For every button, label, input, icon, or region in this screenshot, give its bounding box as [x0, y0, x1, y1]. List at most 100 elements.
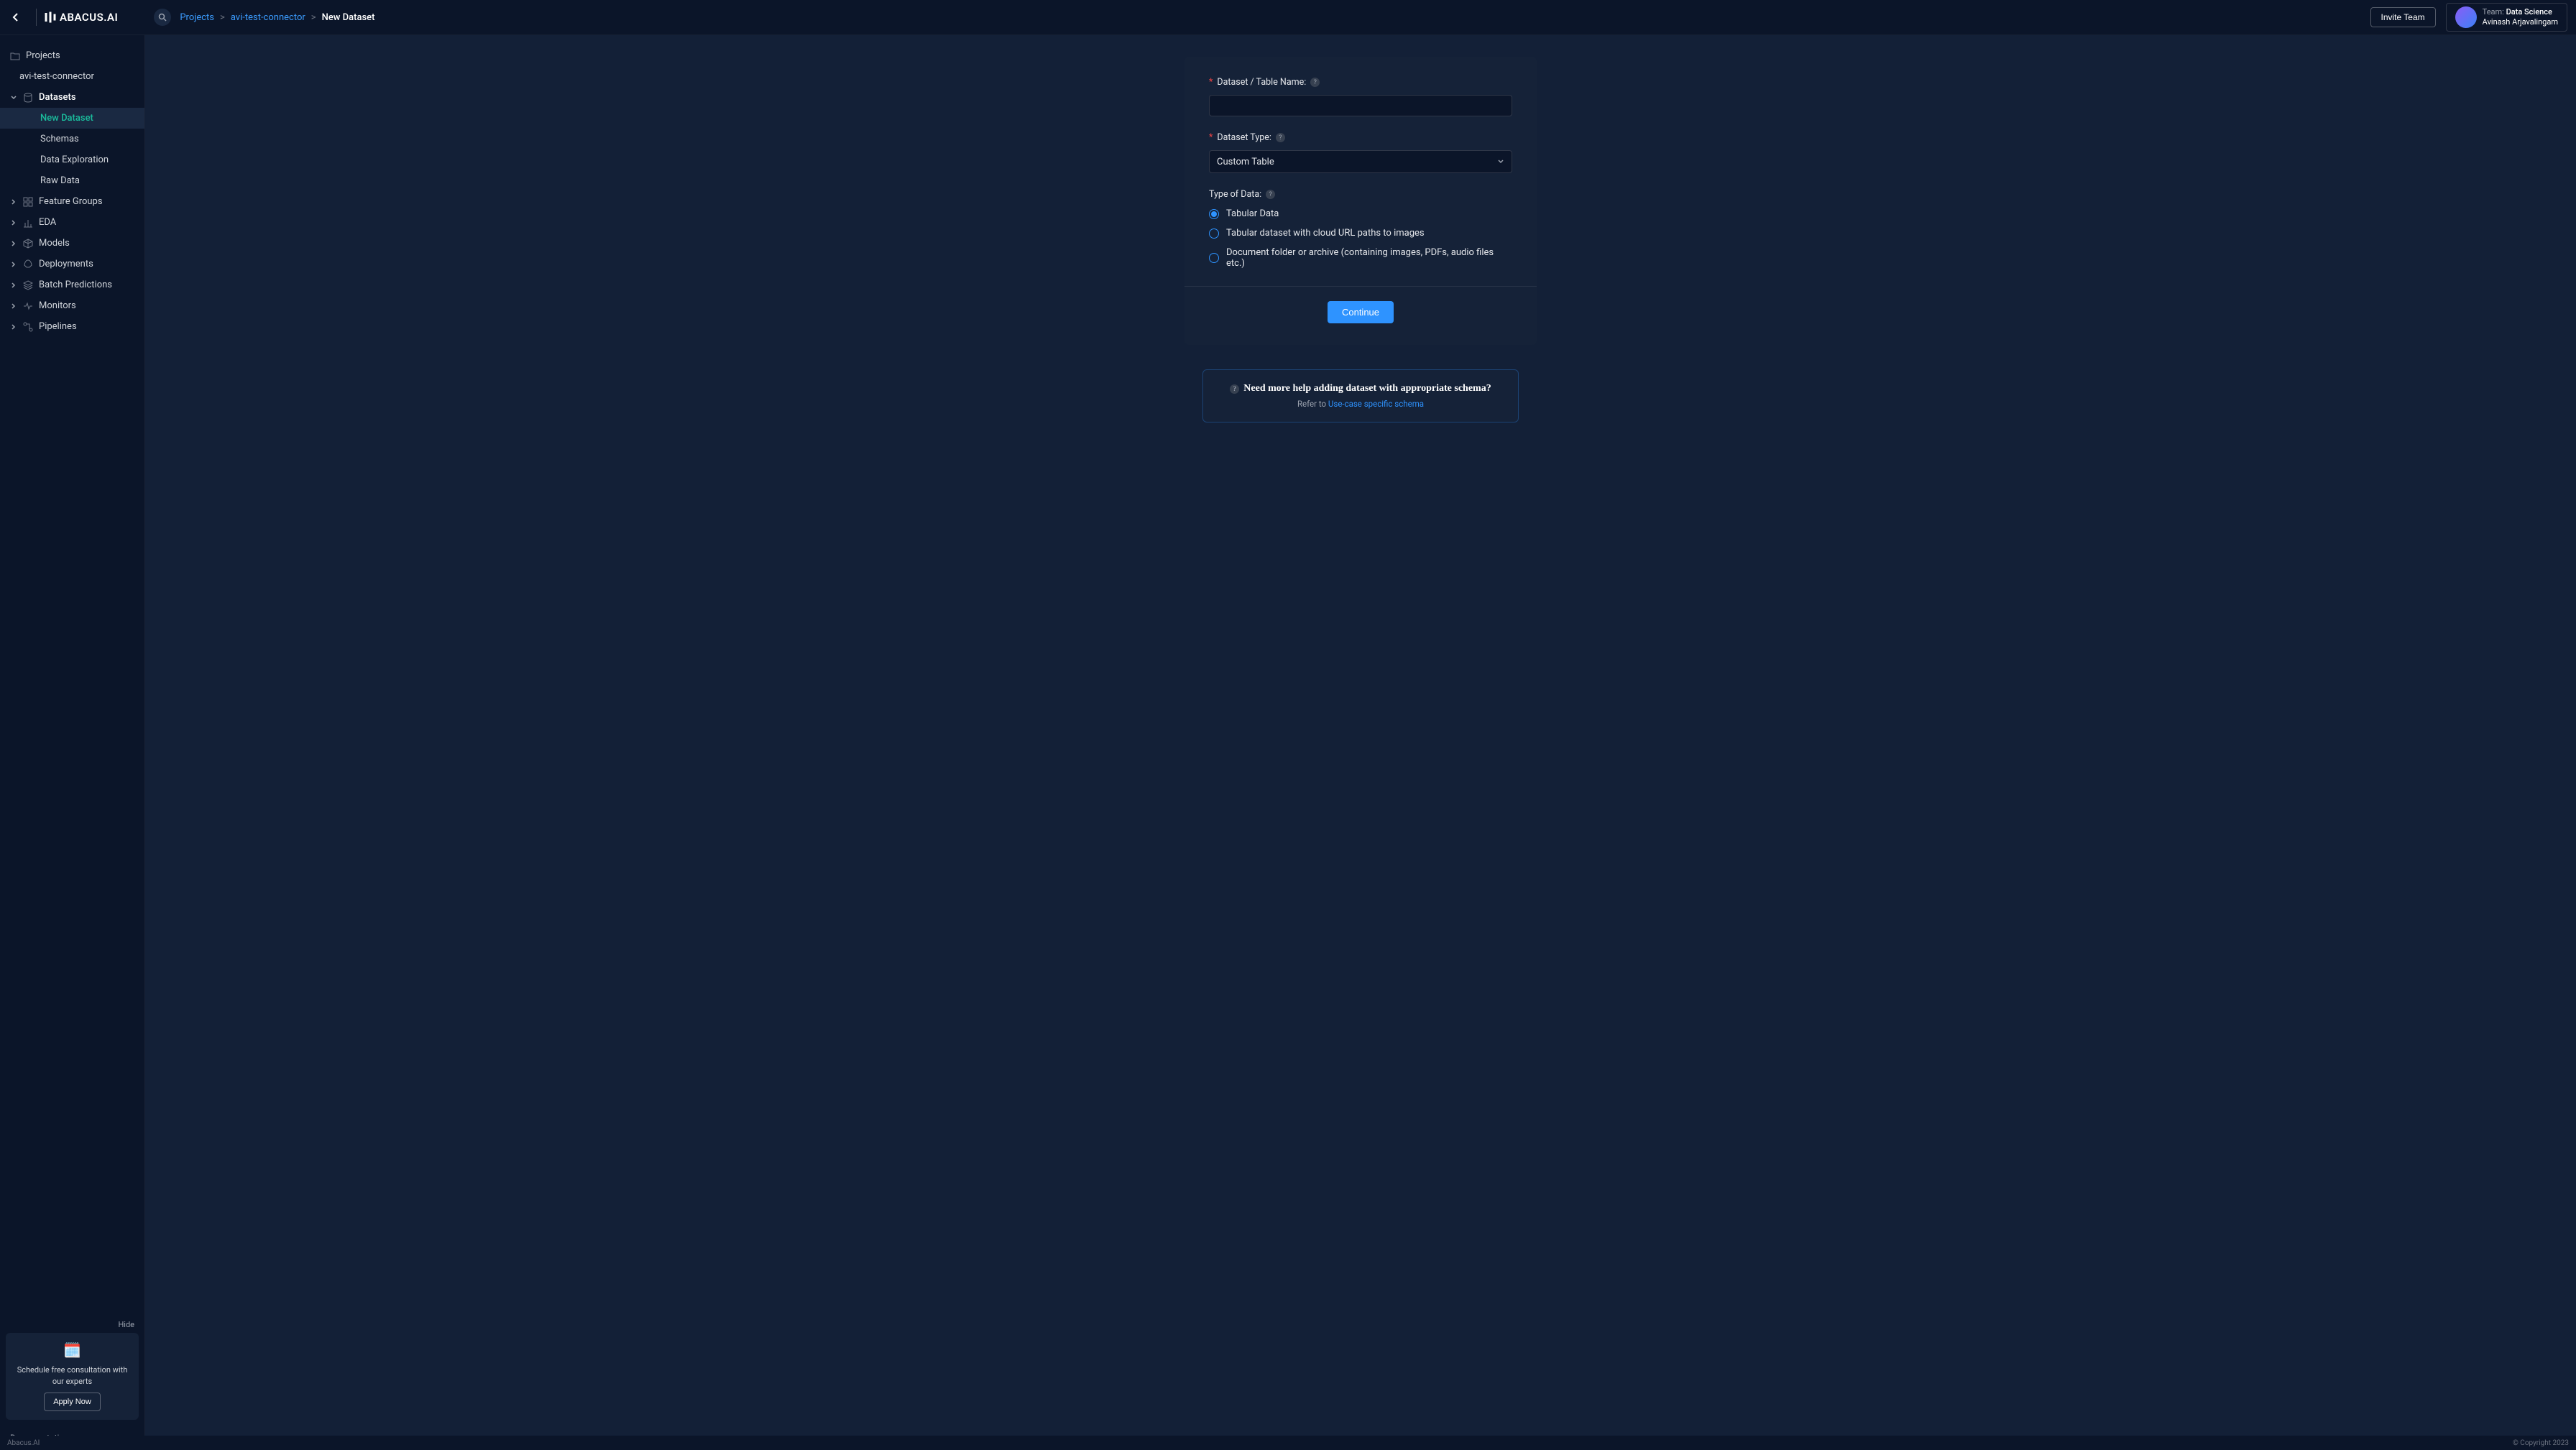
breadcrumb-sep: >	[311, 12, 316, 23]
sidebar-feature-groups-label: Feature Groups	[39, 196, 103, 207]
monitor-icon	[23, 301, 33, 311]
sidebar-project-name-label: avi-test-connector	[19, 71, 94, 82]
user-name: Avinash Arjavalingam	[2483, 17, 2558, 27]
calendar-icon: 🗓️	[14, 1342, 130, 1359]
team-label: Team:	[2483, 7, 2504, 17]
sidebar-item-eda[interactable]: EDA	[0, 212, 144, 233]
help-title: ? Need more help adding dataset with app…	[1218, 383, 1504, 394]
help-icon[interactable]: ?	[1266, 190, 1275, 199]
chart-icon	[23, 218, 33, 228]
breadcrumb-sep: >	[220, 12, 225, 23]
sidebar-item-models[interactable]: Models	[0, 233, 144, 254]
sidebar-pipelines-label: Pipelines	[39, 321, 77, 332]
layers-icon	[23, 280, 33, 290]
sidebar-item-batch-predictions[interactable]: Batch Predictions	[0, 274, 144, 295]
help-icon[interactable]: ?	[1310, 78, 1320, 87]
help-card: ? Need more help adding dataset with app…	[1202, 369, 1519, 422]
brand-name: ABACUS.AI	[60, 11, 118, 24]
radio-cloud-label: Tabular dataset with cloud URL paths to …	[1226, 228, 1425, 239]
chevron-down-icon	[10, 94, 17, 101]
chevron-right-icon	[10, 240, 17, 247]
sidebar-item-feature-groups[interactable]: Feature Groups	[0, 191, 144, 212]
sidebar-raw-data-label: Raw Data	[40, 175, 80, 186]
dataset-type-label: * Dataset Type: ?	[1209, 132, 1512, 143]
radio-tabular-cloud[interactable]: Tabular dataset with cloud URL paths to …	[1209, 228, 1512, 239]
divider	[36, 9, 37, 26]
footer-copyright: © Copyright 2023	[2513, 1439, 2569, 1447]
continue-button[interactable]: Continue	[1328, 301, 1394, 323]
help-subtitle: Refer to Use-case specific schema	[1218, 399, 1504, 409]
sidebar: Projects avi-test-connector Datasets New…	[0, 35, 145, 1450]
team-selector[interactable]: Team: Data Science Avinash Arjavalingam	[2446, 3, 2567, 32]
chevron-right-icon	[10, 282, 17, 289]
dataset-name-input[interactable]	[1209, 95, 1512, 116]
apply-now-button[interactable]: Apply Now	[44, 1393, 101, 1411]
chevron-right-icon	[10, 219, 17, 226]
radio-document-label: Document folder or archive (containing i…	[1226, 247, 1512, 269]
sidebar-item-pipelines[interactable]: Pipelines	[0, 316, 144, 337]
team-name: Data Science	[2506, 7, 2552, 17]
chevron-right-icon	[10, 323, 17, 331]
sidebar-projects-label: Projects	[26, 50, 60, 61]
dataset-type-select[interactable]: Custom Table	[1209, 150, 1512, 173]
footer-brand: Abacus.AI	[7, 1439, 40, 1447]
grid-icon	[23, 197, 33, 207]
sidebar-models-label: Models	[39, 238, 70, 249]
chevron-right-icon	[10, 303, 17, 310]
dataset-type-value: Custom Table	[1217, 157, 1274, 167]
sidebar-item-data-exploration[interactable]: Data Exploration	[0, 149, 144, 170]
radio-icon	[1209, 228, 1219, 239]
help-icon: ?	[1230, 384, 1239, 394]
sidebar-batch-predictions-label: Batch Predictions	[39, 280, 112, 290]
breadcrumb: Projects > avi-test-connector > New Data…	[180, 12, 374, 23]
search-icon	[158, 13, 167, 22]
sidebar-datasets-label: Datasets	[39, 92, 76, 103]
folder-icon	[10, 51, 20, 61]
sidebar-item-monitors[interactable]: Monitors	[0, 295, 144, 316]
sidebar-item-schemas[interactable]: Schemas	[0, 129, 144, 149]
radio-tabular-data[interactable]: Tabular Data	[1209, 208, 1512, 219]
search-button[interactable]	[154, 9, 171, 26]
sidebar-item-deployments[interactable]: Deployments	[0, 254, 144, 274]
radio-document-folder[interactable]: Document folder or archive (containing i…	[1209, 247, 1512, 269]
sidebar-monitors-label: Monitors	[39, 300, 76, 311]
new-dataset-form: * Dataset / Table Name: ? * Dataset Type…	[1184, 57, 1537, 345]
sidebar-new-dataset-label: New Dataset	[40, 113, 93, 124]
promo-hide-button[interactable]: Hide	[118, 1320, 134, 1329]
sidebar-item-new-dataset[interactable]: New Dataset	[0, 108, 144, 129]
promo-text: Schedule free consultation with our expe…	[14, 1364, 130, 1387]
dataset-name-label: * Dataset / Table Name: ?	[1209, 77, 1512, 88]
footer: Abacus.AI © Copyright 2023	[0, 1436, 2576, 1450]
sidebar-schemas-label: Schemas	[40, 134, 79, 144]
promo-card: Hide 🗓️ Schedule free consultation with …	[6, 1333, 139, 1420]
help-icon[interactable]: ?	[1276, 133, 1285, 142]
sidebar-deployments-label: Deployments	[39, 259, 93, 269]
divider	[1184, 286, 1537, 287]
sidebar-data-exploration-label: Data Exploration	[40, 154, 109, 165]
breadcrumb-project[interactable]: avi-test-connector	[231, 12, 305, 23]
main-content: * Dataset / Table Name: ? * Dataset Type…	[145, 35, 2576, 1450]
back-button[interactable]	[9, 10, 23, 24]
chevron-right-icon	[10, 198, 17, 206]
pipeline-icon	[23, 322, 33, 332]
radio-icon	[1209, 209, 1219, 219]
sidebar-item-raw-data[interactable]: Raw Data	[0, 170, 144, 191]
brand-logo[interactable]: ABACUS.AI	[44, 11, 118, 24]
breadcrumb-current: New Dataset	[322, 12, 375, 23]
chevron-right-icon	[10, 261, 17, 268]
chevron-down-icon	[1497, 158, 1504, 165]
avatar	[2455, 6, 2477, 28]
radio-icon	[1209, 253, 1219, 263]
schema-link[interactable]: Use-case specific schema	[1328, 399, 1424, 409]
type-of-data-label: Type of Data: ?	[1209, 189, 1512, 200]
rocket-icon	[23, 259, 33, 269]
database-icon	[23, 93, 33, 103]
cube-icon	[23, 239, 33, 249]
sidebar-item-project-name[interactable]: avi-test-connector	[0, 66, 144, 87]
breadcrumb-projects[interactable]: Projects	[180, 12, 214, 23]
sidebar-item-projects[interactable]: Projects	[0, 45, 144, 66]
sidebar-eda-label: EDA	[39, 217, 56, 228]
radio-tabular-label: Tabular Data	[1226, 208, 1279, 219]
sidebar-item-datasets[interactable]: Datasets	[0, 87, 144, 108]
invite-team-button[interactable]: Invite Team	[2370, 7, 2436, 27]
